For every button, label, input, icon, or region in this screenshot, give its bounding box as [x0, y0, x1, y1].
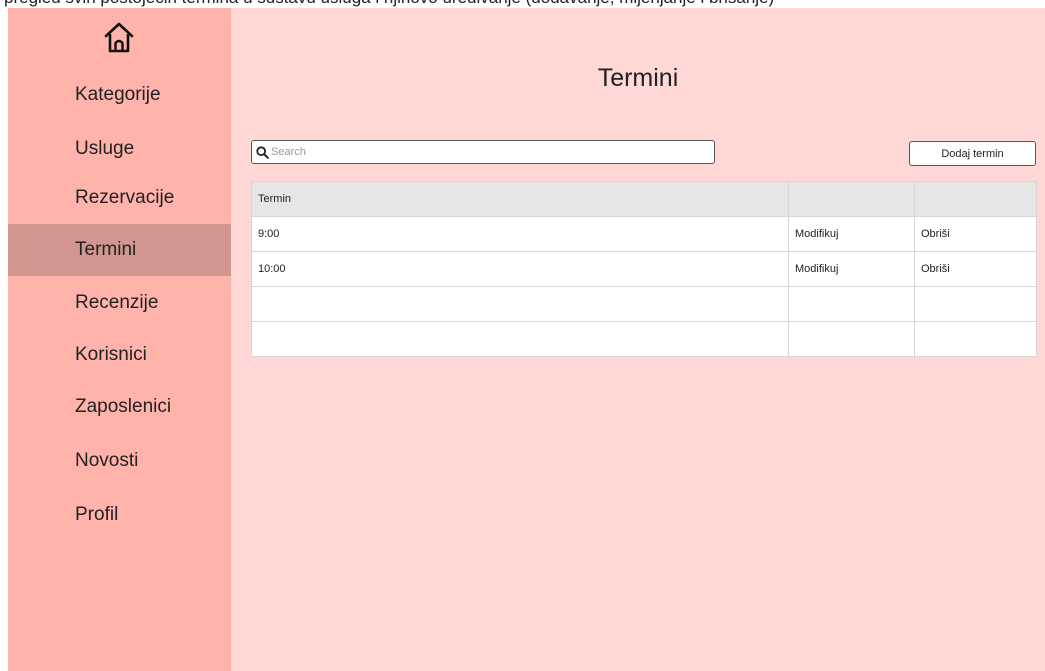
empty-cell: [788, 321, 915, 357]
home-button[interactable]: [101, 20, 137, 56]
sidebar-item-label: Recenzije: [75, 292, 159, 313]
main-content: Termini Dodaj termin Termin 9:00 Modifik…: [231, 8, 1045, 671]
sidebar-item-novosti[interactable]: Novosti: [8, 435, 231, 487]
column-header-termin: Termin: [251, 181, 789, 217]
page-title: Termini: [597, 64, 679, 92]
modify-link[interactable]: Modifikuj: [788, 216, 915, 252]
empty-cell: [914, 321, 1037, 357]
table-row: 10:00 Modifikuj Obriši: [251, 251, 1037, 287]
sidebar-item-kategorije[interactable]: Kategorije: [8, 69, 231, 121]
sidebar-item-recenzije[interactable]: Recenzije: [8, 277, 231, 329]
top-text-strip: pregled svih postojećih termina u sustav…: [0, 0, 1045, 8]
table-row: [251, 321, 1037, 357]
delete-link[interactable]: Obriši: [914, 251, 1037, 287]
termin-cell: 10:00: [251, 251, 789, 287]
termin-cell: [251, 286, 789, 322]
table-header-row: Termin: [251, 181, 1037, 217]
sidebar: Kategorije Usluge Rezervacije Termini Re…: [8, 8, 231, 671]
home-icon: [104, 22, 134, 53]
sidebar-item-label: Zaposlenici: [75, 396, 172, 417]
table-row: 9:00 Modifikuj Obriši: [251, 216, 1037, 252]
termin-cell: 9:00: [251, 216, 789, 252]
sidebar-item-zaposlenici[interactable]: Zaposlenici: [8, 381, 231, 433]
search-input[interactable]: [271, 146, 701, 158]
sidebar-item-korisnici[interactable]: Korisnici: [8, 329, 231, 381]
sidebar-item-label: Kategorije: [75, 84, 161, 105]
search-icon: [256, 145, 269, 159]
modify-link[interactable]: Modifikuj: [788, 251, 915, 287]
sidebar-item-termini[interactable]: Termini: [8, 224, 231, 276]
sidebar-item-label: Termini: [75, 239, 137, 260]
termini-table: Termin 9:00 Modifikuj Obriši 10:00 Modif…: [251, 181, 1037, 357]
sidebar-item-label: Rezervacije: [75, 187, 175, 208]
sidebar-item-rezervacije[interactable]: Rezervacije: [8, 172, 231, 224]
sidebar-item-usluge[interactable]: Usluge: [8, 123, 231, 175]
empty-cell: [914, 286, 1037, 322]
column-header-delete: [914, 181, 1037, 217]
empty-cell: [788, 286, 915, 322]
delete-link[interactable]: Obriši: [914, 216, 1037, 252]
table-row: [251, 286, 1037, 322]
sidebar-item-label: Usluge: [75, 138, 135, 159]
column-header-modify: [788, 181, 915, 217]
sidebar-item-label: Novosti: [75, 450, 139, 471]
sidebar-item-label: Profil: [75, 504, 119, 525]
top-text: pregled svih postojećih termina u sustav…: [4, 0, 774, 8]
sidebar-item-label: Korisnici: [75, 344, 147, 365]
termin-cell: [251, 321, 789, 357]
add-termin-button[interactable]: Dodaj termin: [909, 141, 1036, 166]
search-box[interactable]: [251, 140, 715, 164]
sidebar-item-profil[interactable]: Profil: [8, 489, 231, 541]
